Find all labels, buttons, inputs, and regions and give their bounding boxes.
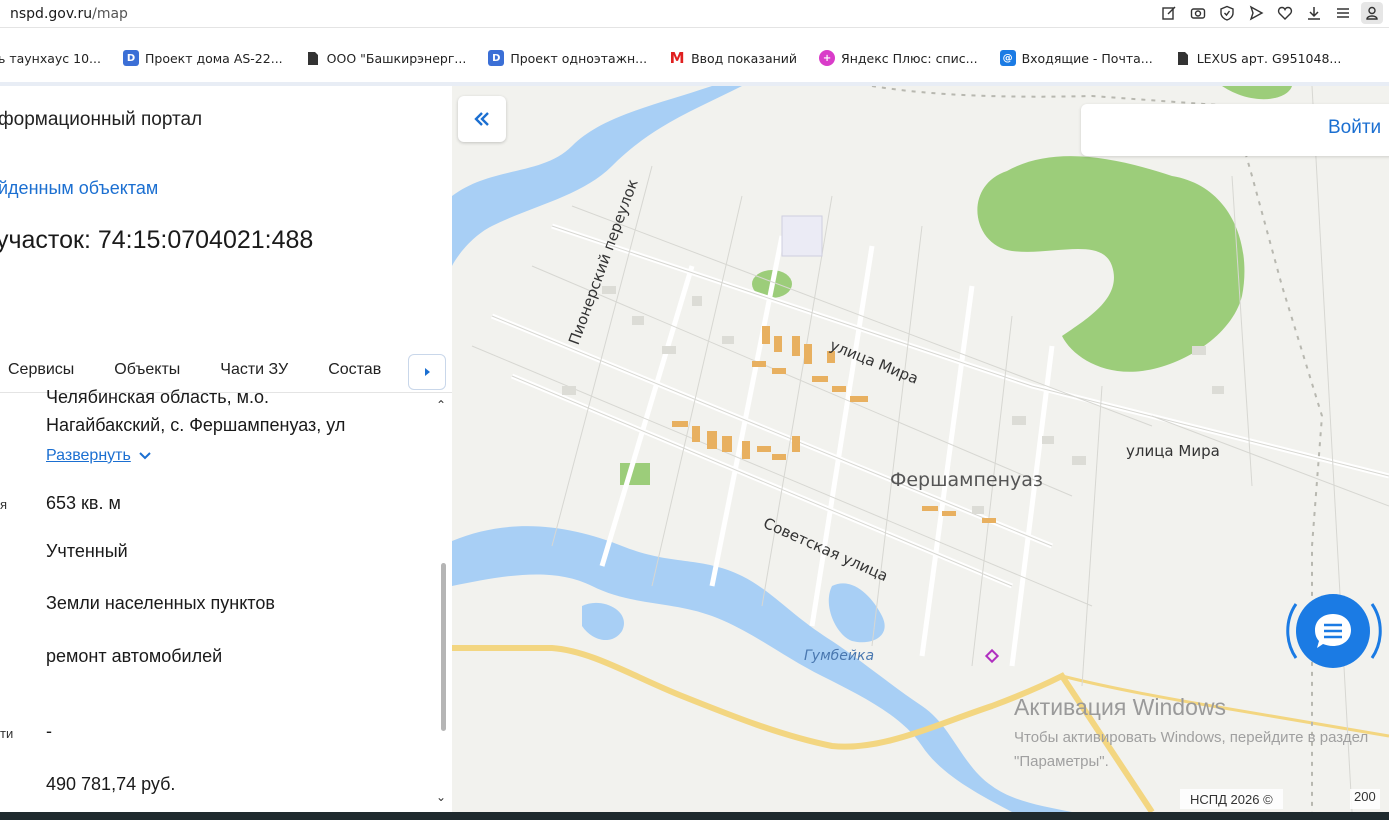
bookmark-item[interactable]: @ Входящие - Почта... [999,50,1153,66]
camera-icon[interactable] [1187,2,1209,24]
chevron-right-icon [425,368,430,376]
bookmark-label: ь таунхаус 10... [0,50,101,66]
area-label: я [0,497,8,512]
screen: nspd.gov.ru/map ь таунхаус 10... D Проект… [0,0,1389,820]
mail-icon: @ [999,50,1016,66]
yandex-plus-icon: + [819,50,836,66]
street-label-mira-2: улица Мира [1126,442,1220,460]
map-canvas[interactable]: Пионерский переулок улица Мира улица Мир… [452,86,1389,812]
tab-objects[interactable]: Объекты [114,361,180,379]
found-objects-link[interactable]: йденным объектам [0,178,158,199]
download-icon[interactable] [1303,2,1325,24]
bookmark-label: Яндекс Плюс: спис... [841,50,978,66]
cadastral-value: 490 781,74 руб. [46,774,176,794]
plot-title: участок: 74:15:0704021:488 [0,226,314,254]
address-line-2: Нагайбакский, с. Фершампенуаз, ул [46,415,346,435]
shield-icon[interactable] [1216,2,1238,24]
file-icon [305,50,321,66]
map-scale: 200 [1350,789,1380,809]
send-icon[interactable] [1245,2,1267,24]
status-value: Учтенный [46,541,128,561]
windows-activation-title: Активация Windows [1014,694,1226,720]
panel-tabs: Сервисы Объекты Части ЗУ Состав [0,352,452,388]
bookmark-label: Проект дома AS-22... [144,50,283,66]
map-base-layer [452,86,1389,812]
map-copyright: НСПД 2026 © [1180,789,1283,809]
category-value: Земли населенных пунктов [46,593,275,613]
usage-value: ремонт автомобилей [46,646,223,666]
document-icon: D [488,50,505,66]
scroll-up-icon[interactable]: ⌃ [436,398,446,412]
town-label: Фершампенуаз [890,469,1043,491]
address-line-1: Челябинская область, м.о. [46,387,270,407]
tab-composition[interactable]: Состав [328,361,381,379]
bookmark-item[interactable]: D Проект одноэтажн... [488,50,647,66]
login-button[interactable]: Войти [1328,117,1381,139]
bookmark-label: Входящие - Почта... [1021,50,1153,66]
tab-land-parts[interactable]: Части ЗУ [220,361,288,379]
collapse-panel-button[interactable] [458,96,506,142]
bookmark-label: ООО "Башкирэнерг... [326,50,467,66]
taskbar [0,812,1389,820]
bookmark-label: Проект одноэтажн... [510,50,648,66]
address-bar[interactable]: nspd.gov.ru/map [0,0,1389,28]
river-label: Гумбейка [804,648,875,664]
bookmark-label: Ввод показаний [691,50,798,66]
document-icon: D [122,50,139,66]
tabs-next-button[interactable] [408,354,446,390]
area-value: 653 кв. м [46,493,121,513]
bookmark-item[interactable]: ООО "Башкирэнерг... [305,50,467,66]
rights-label: ти [0,726,14,741]
bookmark-item[interactable]: LEXUS арт. G951048... [1175,50,1342,66]
bookmark-item[interactable]: + Яндекс Плюс: спис... [819,50,978,66]
chat-button[interactable] [1296,594,1370,668]
url-text[interactable]: nspd.gov.ru/map [0,6,128,22]
menu-icon[interactable] [1332,2,1354,24]
expand-label: Развернуть [46,447,131,464]
bookmark-item[interactable]: ь таунхаус 10... [0,51,101,66]
browser-toolbar [1158,2,1383,24]
double-chevron-left-icon [474,112,489,126]
portal-title: формационный портал [0,109,203,130]
edit-icon[interactable] [1158,2,1180,24]
file-icon [1175,50,1191,66]
chevron-down-icon [139,452,151,460]
bookmark-item[interactable]: M Ввод показаний [669,49,798,67]
profile-icon[interactable] [1361,2,1383,24]
chat-icon [1315,614,1351,648]
scrollbar-thumb[interactable] [441,563,446,731]
heart-icon[interactable] [1274,2,1296,24]
url-path: /map [92,5,128,22]
bookmarks-bar: ь таунхаус 10... D Проект дома AS-22... О… [0,40,1389,76]
rights-value: - [46,721,52,741]
tab-services[interactable]: Сервисы [8,361,74,379]
url-domain: nspd.gov.ru [10,5,93,22]
bookmark-label: LEXUS арт. G951048... [1196,50,1342,66]
m-logo-icon: M [669,49,685,67]
windows-activation-text: Чтобы активировать Windows, перейдите в … [1014,729,1369,770]
expand-link[interactable]: Развернуть [46,447,151,465]
scroll-down-icon[interactable]: ⌄ [436,790,446,804]
bookmark-item[interactable]: D Проект дома AS-22... [122,50,283,66]
